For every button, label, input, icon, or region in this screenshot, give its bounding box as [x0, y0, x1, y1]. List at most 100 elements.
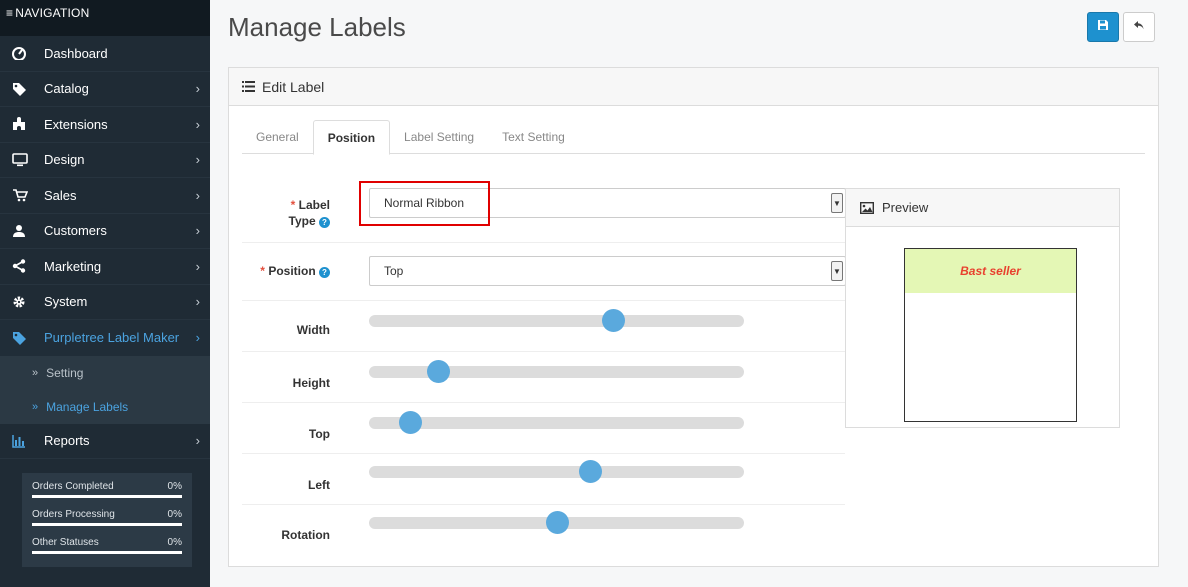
rotation-label: Rotation [281, 528, 330, 542]
cart-icon [12, 188, 32, 202]
sidebar-item-catalog[interactable]: Catalog › [0, 72, 210, 107]
slider-handle[interactable] [427, 360, 451, 383]
required-marker: * [260, 264, 265, 278]
chevron-right-icon: › [195, 187, 200, 203]
tag-icon [12, 331, 32, 345]
stat-label: Orders Processing [32, 509, 115, 520]
save-icon [1097, 18, 1109, 36]
main-content: Manage Labels Edit Label General Positio… [210, 0, 1188, 587]
chevron-right-icon: › [195, 330, 200, 346]
position-label: * Position ? [240, 263, 330, 279]
required-marker: * [290, 198, 296, 212]
left-label: Left [308, 478, 330, 492]
back-button[interactable] [1123, 12, 1155, 42]
chevron-right-icon: › [195, 81, 200, 97]
dropdown-arrow-icon: ▼ [831, 193, 843, 213]
left-slider[interactable] [369, 460, 744, 483]
save-button[interactable] [1087, 12, 1119, 42]
dashboard-icon [12, 46, 32, 61]
gear-icon [12, 295, 32, 309]
sidebar-item-label: Catalog [44, 81, 89, 97]
stat-value: 0% [167, 537, 182, 548]
rotation-slider[interactable] [369, 511, 744, 534]
slider-handle[interactable] [399, 411, 423, 434]
stat-value: 0% [167, 481, 182, 492]
tab-position[interactable]: Position [312, 120, 391, 155]
sidebar-item-marketing[interactable]: Marketing › [0, 249, 210, 285]
chevron-right-icon: › [195, 294, 200, 310]
sidebar-item-label: Reports [44, 433, 90, 449]
nav-header-label: NAVIGATION [15, 6, 90, 20]
sidebar-subitem-manage-labels[interactable]: » Manage Labels [0, 389, 210, 424]
double-chevron-icon: » [32, 400, 39, 413]
slider-handle[interactable] [545, 511, 569, 534]
sidebar-item-label: Customers [44, 223, 107, 239]
stat-other-statuses: Other Statuses 0% [32, 535, 182, 548]
share-icon [12, 259, 32, 273]
form-row-label-type: * Label Type ? Normal Ribbon ▼ [240, 181, 846, 243]
image-icon [860, 201, 874, 214]
chevron-right-icon: › [195, 433, 200, 449]
sidebar-item-purpletree-label-maker[interactable]: Purpletree Label Maker › [0, 320, 210, 356]
sidebar-item-extensions[interactable]: Extensions › [0, 107, 210, 143]
top-slider[interactable] [369, 411, 744, 434]
sidebar-item-system[interactable]: System › [0, 285, 210, 320]
form-row-top: Top [242, 403, 845, 454]
width-slider[interactable] [369, 309, 744, 332]
top-label: Top [308, 427, 330, 441]
tab-bar: General Position Label Setting Text Sett… [242, 120, 1145, 155]
tab-text-setting[interactable]: Text Setting [488, 120, 579, 154]
monitor-icon [12, 152, 32, 167]
slider-handle[interactable] [601, 309, 625, 332]
stat-orders-completed: Orders Completed 0% [32, 479, 182, 492]
sidebar-item-label: Design [44, 152, 85, 168]
dropdown-arrow-icon: ▼ [831, 261, 843, 281]
reply-icon [1133, 18, 1145, 36]
tab-label-setting[interactable]: Label Setting [390, 120, 488, 154]
preview-title: Preview [882, 200, 929, 215]
stat-label: Orders Completed [32, 481, 114, 492]
label-type-label: * Label Type ? [240, 197, 330, 229]
form-row-rotation: Rotation [242, 505, 845, 556]
chevron-right-icon: › [195, 223, 200, 239]
sidebar-item-design[interactable]: Design › [0, 143, 210, 178]
order-stats: Orders Completed 0% Orders Processing 0%… [22, 473, 192, 567]
user-icon [12, 224, 32, 238]
sidebar: ≡ NAVIGATION Dashboard Catalog › Extensio… [0, 0, 210, 587]
sidebar-item-customers[interactable]: Customers › [0, 214, 210, 249]
tab-general[interactable]: General [242, 120, 313, 154]
sidebar-item-label: Purpletree Label Maker [44, 330, 180, 346]
list-icon [242, 81, 255, 92]
label-type-label-line1: Label [298, 198, 330, 212]
panel-heading: Edit Label [229, 68, 1158, 106]
page-title: Manage Labels [228, 12, 406, 42]
stat-progress-bar [32, 495, 182, 498]
label-ribbon: Bast seller [905, 249, 1076, 293]
menu-icon: ≡ [6, 6, 14, 20]
position-value: Top [384, 264, 404, 278]
slider-handle[interactable] [579, 460, 603, 483]
sidebar-item-label: Extensions [44, 116, 108, 132]
help-icon[interactable]: ? [319, 267, 330, 278]
edit-label-panel: Edit Label General Position Label Settin… [228, 67, 1159, 567]
chevron-right-icon: › [195, 258, 200, 274]
stat-progress-bar [32, 551, 182, 554]
height-slider[interactable] [369, 360, 744, 383]
nav-header[interactable]: ≡ NAVIGATION [0, 0, 210, 36]
stat-progress-bar [32, 523, 182, 526]
sidebar-item-reports[interactable]: Reports › [0, 424, 210, 459]
stat-value: 0% [167, 509, 182, 520]
position-select[interactable]: Top ▼ [369, 256, 846, 286]
chevron-right-icon: › [195, 152, 200, 168]
sidebar-item-label: System [44, 294, 88, 310]
sidebar-item-sales[interactable]: Sales › [0, 178, 210, 214]
width-label: Width [296, 323, 330, 337]
height-label: Height [292, 376, 330, 390]
sidebar-subitem-setting[interactable]: » Setting [0, 355, 210, 390]
sidebar-item-dashboard[interactable]: Dashboard [0, 36, 210, 72]
sidebar-item-label: Sales [44, 187, 77, 203]
sidebar-item-label: Dashboard [44, 45, 108, 61]
stat-label: Other Statuses [32, 537, 99, 548]
double-chevron-icon: » [32, 366, 39, 379]
help-icon[interactable]: ? [319, 217, 330, 228]
